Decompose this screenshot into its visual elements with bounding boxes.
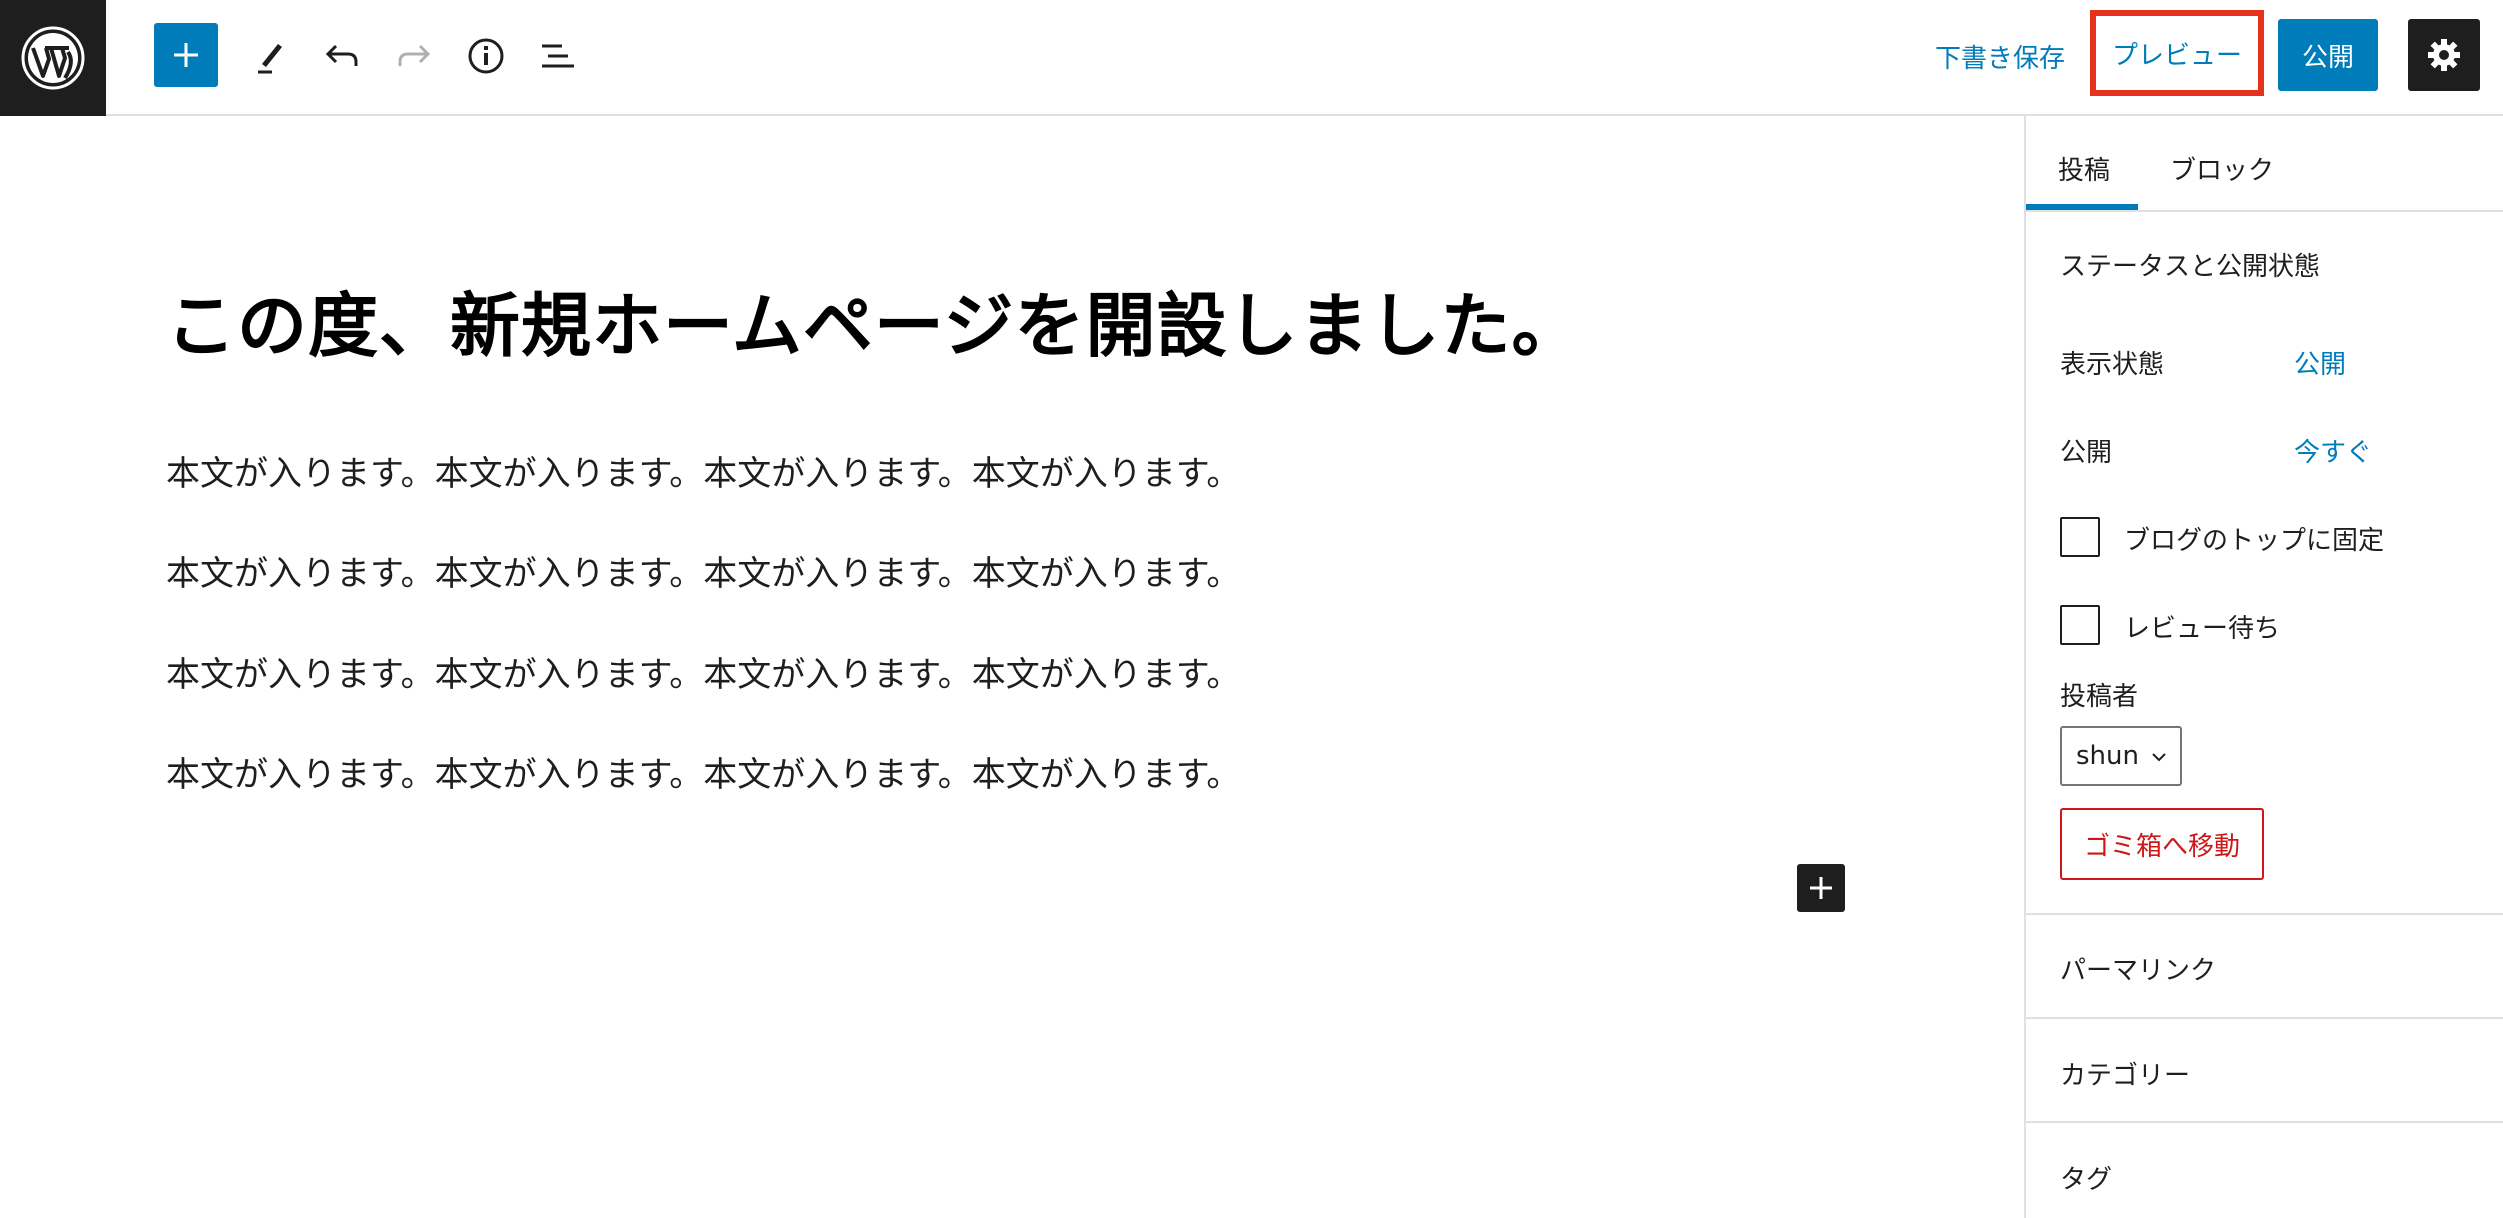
redo-button[interactable]	[388, 30, 440, 82]
list-view-button[interactable]	[532, 30, 584, 82]
paragraph-block[interactable]: 本文が入ります。本文が入ります。本文が入ります。本文が入ります。	[166, 747, 1240, 796]
block-inserter-button[interactable]	[1797, 864, 1845, 912]
details-button[interactable]	[460, 30, 512, 82]
sidebar-tabs: 投稿 ブロック	[2026, 116, 2503, 212]
wordpress-logo-icon[interactable]	[0, 0, 106, 116]
pencil-icon	[258, 44, 282, 74]
tab-block[interactable]: ブロック	[2170, 150, 2274, 187]
visibility-value-link[interactable]: 公開	[2294, 344, 2346, 381]
preview-button[interactable]: プレビュー	[2090, 10, 2264, 96]
plus-icon	[174, 43, 198, 67]
author-label: 投稿者	[2060, 682, 2139, 712]
gear-icon	[2428, 39, 2460, 71]
post-title[interactable]: この度、新規ホームページを開設しました。	[166, 270, 1583, 371]
sticky-checkbox[interactable]	[2060, 517, 2100, 557]
publish-label: 公開	[2060, 438, 2113, 468]
info-icon	[468, 38, 504, 74]
publish-date-link[interactable]: 今すぐ	[2294, 432, 2372, 469]
status-section-toggle[interactable]: ステータスと公開状態	[2060, 246, 2320, 283]
divider	[2026, 1017, 2503, 1019]
editor-header: 下書き保存 プレビュー 公開	[0, 0, 2503, 116]
active-tab-indicator	[2026, 204, 2138, 210]
list-view-icon	[542, 44, 574, 68]
tags-panel-toggle[interactable]: タグ	[2060, 1159, 2112, 1196]
visibility-label: 表示状態	[2060, 350, 2165, 380]
permalink-panel-toggle[interactable]: パーマリンク	[2060, 950, 2216, 987]
paragraph-block[interactable]: 本文が入ります。本文が入ります。本文が入ります。本文が入ります。	[166, 546, 1240, 595]
paragraph-block[interactable]: 本文が入ります。本文が入ります。本文が入ります。本文が入ります。	[166, 446, 1240, 495]
undo-icon	[325, 44, 358, 66]
sticky-label[interactable]: ブログのトップに固定	[2124, 520, 2384, 557]
save-draft-button[interactable]: 下書き保存	[1935, 38, 2065, 75]
settings-sidebar: 投稿 ブロック ステータスと公開状態 表示状態 公開 公開 今すぐ ブログのトッ…	[2024, 116, 2503, 1218]
publish-button[interactable]: 公開	[2278, 19, 2378, 91]
plus-icon	[1810, 877, 1832, 899]
tab-post[interactable]: 投稿	[2058, 150, 2110, 187]
editor-canvas: この度、新規ホームページを開設しました。 本文が入ります。本文が入ります。本文が…	[0, 118, 2024, 1218]
redo-icon	[398, 44, 431, 66]
author-select[interactable]: shun	[2060, 726, 2182, 786]
divider	[2026, 913, 2503, 915]
author-select-value: shun	[2076, 741, 2139, 771]
paragraph-block[interactable]: 本文が入ります。本文が入ります。本文が入ります。本文が入ります。	[166, 647, 1240, 696]
settings-button[interactable]	[2408, 19, 2480, 91]
undo-button[interactable]	[316, 30, 368, 82]
chevron-down-icon	[2152, 753, 2166, 762]
tools-button[interactable]	[244, 30, 296, 82]
categories-panel-toggle[interactable]: カテゴリー	[2060, 1055, 2190, 1092]
pending-review-checkbox[interactable]	[2060, 605, 2100, 645]
move-to-trash-button[interactable]: ゴミ箱へ移動	[2060, 808, 2264, 880]
pending-review-label[interactable]: レビュー待ち	[2124, 608, 2280, 645]
add-block-button[interactable]	[154, 23, 218, 87]
divider	[2026, 1121, 2503, 1123]
